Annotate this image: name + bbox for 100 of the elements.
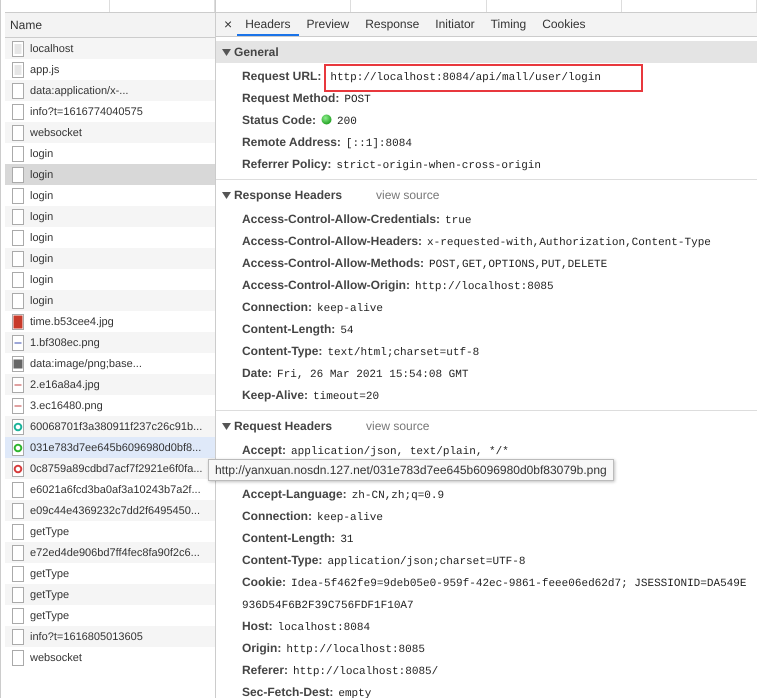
request-row[interactable]: 60068701f3a380911f237c26c91b... (5, 416, 215, 437)
header-value: http://localhost:8085/ (293, 666, 438, 678)
file-icon (12, 40, 24, 56)
request-row[interactable]: 031e783d7ee645b6096980d0bf8... (5, 437, 215, 458)
request-name: 1.bf308ec.png (30, 336, 100, 348)
file-icon (12, 334, 24, 350)
request-row[interactable]: getType (5, 584, 215, 605)
request-row[interactable]: login (5, 290, 215, 311)
request-row[interactable]: login (5, 248, 215, 269)
header-value: empty (338, 688, 372, 698)
file-icon (12, 356, 24, 372)
request-row[interactable]: 2.e16a8a4.jpg (5, 374, 215, 395)
request-row[interactable]: e72ed4de906bd7ff4fec8fa90f2c6... (5, 542, 215, 563)
request-name: login (30, 148, 54, 160)
file-icon (12, 586, 24, 602)
name-column-header[interactable]: Name (5, 13, 215, 38)
request-row[interactable]: info?t=1616774040575 (5, 101, 215, 122)
request-name: 3.ec16480.png (30, 400, 103, 412)
header-name: Content-Type: (242, 344, 322, 358)
file-icon (12, 230, 24, 246)
header-name: Connection: (242, 509, 312, 523)
header-name: Content-Length: (242, 322, 336, 336)
header-name: Date: (242, 366, 272, 380)
header-value: zh-CN,zh;q=0.9 (352, 490, 444, 502)
header-name: Origin: (242, 641, 282, 655)
request-row[interactable]: getType (5, 563, 215, 584)
request-name: info?t=1616805013605 (30, 630, 143, 642)
request-row[interactable]: time.b53cee4.jpg (5, 311, 215, 332)
file-icon (12, 650, 24, 666)
request-name: login (30, 294, 54, 306)
header-value: localhost:8084 (278, 622, 370, 634)
header-name: Access-Control-Allow-Credentials: (242, 212, 440, 226)
request-row[interactable]: data:image/png;base... (5, 353, 215, 374)
file-icon (12, 460, 24, 476)
file-icon (12, 418, 24, 434)
section-title[interactable]: Request Headers (234, 419, 332, 433)
header-value: Fri, 26 Mar 2021 15:54:08 GMT (277, 369, 468, 381)
file-icon (12, 62, 24, 78)
tab[interactable]: Response (357, 13, 428, 36)
expand-triangle-icon[interactable] (222, 422, 231, 430)
tab[interactable]: Cookies (534, 13, 594, 36)
header-value: 31 (340, 534, 354, 546)
request-row[interactable]: e09c44e4369232c7dd2f6495450... (5, 500, 215, 521)
header-value: POST,GET,OPTIONS,PUT,DELETE (429, 259, 608, 271)
file-icon (12, 208, 24, 224)
request-name: websocket (30, 652, 82, 664)
request-name: time.b53cee4.jpg (30, 316, 114, 328)
request-row[interactable]: getType (5, 521, 215, 542)
request-row[interactable]: 0c8759a89cdbd7acf7f2921e6f0fa... (5, 458, 215, 479)
file-icon (12, 608, 24, 624)
request-row[interactable]: data:application/x-... (5, 80, 215, 101)
request-row[interactable]: websocket (5, 122, 215, 143)
file-icon (12, 104, 24, 120)
header-name: Referrer Policy: (242, 157, 332, 171)
expand-triangle-icon[interactable] (222, 48, 231, 56)
request-row[interactable]: login (5, 227, 215, 248)
header-name: Content-Type: (242, 553, 322, 567)
request-row[interactable]: info?t=1616805013605 (5, 626, 215, 647)
request-row[interactable]: getType (5, 605, 215, 626)
file-icon (12, 440, 24, 456)
request-row[interactable]: e6021a6fcd3ba0af3a10243b7a2f... (5, 479, 215, 500)
request-name: websocket (30, 126, 82, 138)
header-value: POST (344, 94, 371, 106)
request-name: data:application/x-... (30, 84, 128, 96)
request-row[interactable]: login (5, 164, 215, 185)
tab[interactable]: Preview (298, 13, 358, 36)
file-icon (12, 188, 24, 204)
view-source-link[interactable]: view source (366, 419, 430, 433)
request-row[interactable]: login (5, 143, 215, 164)
request-name: login (30, 168, 54, 180)
request-row[interactable]: localhost (5, 38, 215, 59)
view-source-link[interactable]: view source (376, 188, 440, 202)
section-title[interactable]: Response Headers (234, 188, 342, 202)
request-row[interactable]: app.js (5, 59, 215, 80)
file-icon (12, 544, 24, 560)
tab[interactable]: Timing (482, 13, 534, 36)
file-icon (12, 292, 24, 308)
request-name: 031e783d7ee645b6096980d0bf8... (30, 442, 202, 454)
request-row[interactable]: 3.ec16480.png (5, 395, 215, 416)
request-row[interactable]: login (5, 269, 215, 290)
request-row[interactable]: login (5, 185, 215, 206)
file-icon (12, 314, 24, 330)
tab[interactable]: Initiator (427, 13, 483, 36)
file-icon (12, 502, 24, 518)
header-name: Request URL: (242, 69, 322, 83)
expand-triangle-icon[interactable] (222, 190, 231, 200)
tab[interactable]: Headers (237, 13, 299, 36)
request-name: getType (30, 526, 70, 538)
request-name: getType (30, 588, 70, 600)
section-title[interactable]: General (234, 45, 279, 59)
request-row[interactable]: 1.bf308ec.png (5, 332, 215, 353)
request-row[interactable]: login (5, 206, 215, 227)
request-name: login (30, 190, 54, 202)
close-button[interactable]: × (216, 13, 238, 36)
request-name: 0c8759a89cdbd7acf7f2921e6f0fa... (30, 462, 202, 474)
request-name: localhost (30, 42, 74, 54)
header-name: Connection: (242, 300, 312, 314)
header-value: timeout=20 (313, 391, 380, 403)
header-value: keep-alive (317, 512, 384, 524)
request-row[interactable]: websocket (5, 647, 215, 668)
